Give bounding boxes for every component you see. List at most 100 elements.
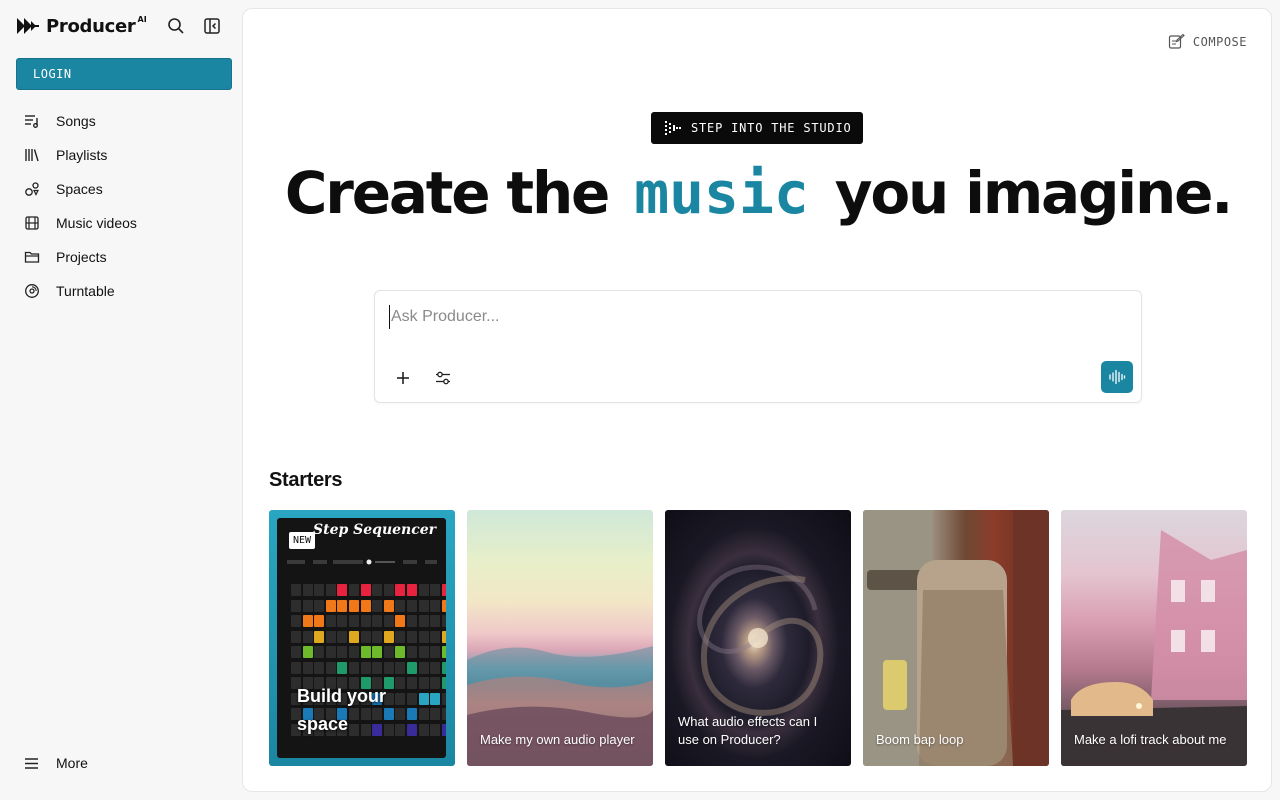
sequencer-cell	[395, 661, 406, 674]
sequencer-cell	[337, 615, 348, 627]
landscape-image	[467, 646, 653, 766]
sequencer-cell	[383, 615, 394, 627]
sequencer-cell	[360, 630, 371, 643]
more-menu-button[interactable]: More	[24, 752, 88, 774]
sequencer-cell	[430, 599, 441, 612]
songs-icon	[25, 115, 38, 128]
new-badge: NEW	[289, 532, 316, 549]
starter-card-label: Make a lofi track about me	[1074, 732, 1227, 747]
sidebar-item-label: Playlists	[56, 147, 108, 163]
sequencer-cell	[395, 615, 406, 627]
compose-icon	[1168, 33, 1185, 49]
sequencer-cell	[337, 584, 348, 596]
sequencer-cell	[430, 584, 441, 596]
sequencer-cell	[360, 584, 371, 596]
search-icon[interactable]	[165, 15, 187, 37]
sequencer-cell	[406, 630, 417, 643]
sequencer-cell	[314, 630, 325, 643]
spaces-icon	[25, 182, 39, 196]
sequencer-cell	[441, 615, 446, 627]
sequencer-cell	[418, 661, 429, 674]
sequencer-cell	[325, 661, 336, 674]
sidebar-item-projects[interactable]: Projects	[16, 240, 232, 274]
sequencer-cell	[441, 692, 446, 705]
app-root: Producer AI LOGIN Songs Playlists Spaces	[0, 0, 1280, 800]
voice-input-button[interactable]	[1101, 361, 1133, 393]
sequencer-cell	[430, 677, 441, 689]
sequencer-cell	[430, 630, 441, 643]
brand-logo[interactable]: Producer AI	[16, 14, 147, 38]
login-button[interactable]: LOGIN	[16, 58, 232, 90]
sequencer-cell	[395, 599, 406, 612]
sequencer-cell	[372, 630, 383, 643]
sequencer-cell	[314, 615, 325, 627]
sequencer-cell	[372, 646, 383, 658]
starter-card-lofi-track[interactable]: Make a lofi track about me	[1061, 510, 1247, 766]
sequencer-cell	[348, 661, 359, 674]
sequencer-cell	[383, 630, 394, 643]
sequencer-cell	[360, 615, 371, 627]
street-photo-image	[863, 510, 1049, 766]
sidebar-item-label: Turntable	[56, 283, 115, 299]
waveform-icon	[1109, 369, 1126, 385]
sequencer-cell	[302, 661, 313, 674]
sequencer-cell	[314, 599, 325, 612]
starter-card-boom-bap-loop[interactable]: Boom bap loop	[863, 510, 1049, 766]
starter-card-audio-effects[interactable]: What audio effects can I use on Producer…	[665, 510, 851, 766]
sequencer-cell	[418, 692, 429, 705]
sequencer-cell	[406, 599, 417, 612]
sequencer-cell	[302, 646, 313, 658]
sequencer-cell	[383, 646, 394, 658]
add-attachment-button[interactable]	[392, 367, 414, 389]
sequencer-title: Step Sequencer	[313, 522, 437, 538]
sequencer-cell	[383, 584, 394, 596]
sidebar-item-music-videos[interactable]: Music videos	[16, 206, 232, 240]
sequencer-cell	[325, 646, 336, 658]
sequencer-cell	[325, 599, 336, 612]
sequencer-cell	[360, 661, 371, 674]
sequencer-cell	[337, 630, 348, 643]
sidebar-item-spaces[interactable]: Spaces	[16, 172, 232, 206]
sidebar-item-label: Projects	[56, 249, 107, 265]
victorian-house-image	[1061, 530, 1247, 766]
starters-list: Step Sequencer NEW Build your space Make…	[269, 510, 1247, 766]
sequencer-cell	[302, 599, 313, 612]
collapse-sidebar-icon[interactable]	[201, 15, 223, 37]
sequencer-cell	[406, 661, 417, 674]
sequencer-cell	[406, 615, 417, 627]
sequencer-cell	[337, 599, 348, 612]
starter-card-label: Build your space	[297, 686, 386, 734]
sequencer-cell	[360, 646, 371, 658]
main-panel: COMPOSE STEP INTO THE STUDIO Create the …	[242, 8, 1272, 792]
producer-logo-icon	[17, 18, 39, 34]
settings-sliders-button[interactable]	[432, 367, 454, 389]
sequencer-cell	[348, 630, 359, 643]
sidebar-item-playlists[interactable]: Playlists	[16, 138, 232, 172]
plus-icon	[397, 372, 409, 384]
sequencer-cell	[314, 584, 325, 596]
brand-name: Producer	[46, 15, 136, 37]
sequencer-cell	[418, 723, 429, 736]
sequencer-cell	[430, 646, 441, 658]
sidebar-item-turntable[interactable]: Turntable	[16, 274, 232, 308]
sequencer-cell	[291, 661, 301, 674]
compose-button[interactable]: COMPOSE	[1168, 33, 1247, 50]
playlists-icon	[25, 149, 39, 162]
sidebar-item-label: Spaces	[56, 181, 103, 197]
sequencer-cell	[291, 615, 301, 627]
step-sequencer-preview: Step Sequencer NEW Build your space	[277, 518, 446, 758]
sequencer-cell	[337, 646, 348, 658]
sequencer-cell	[406, 677, 417, 689]
sequencer-cell	[302, 615, 313, 627]
ask-producer-input[interactable]	[389, 305, 1089, 329]
starter-card-build-your-space[interactable]: Step Sequencer NEW Build your space	[269, 510, 455, 766]
starter-card-audio-player[interactable]: Make my own audio player	[467, 510, 653, 766]
sequencer-cell	[441, 599, 446, 612]
sidebar-item-songs[interactable]: Songs	[16, 104, 232, 138]
sequencer-cell	[406, 723, 417, 736]
sequencer-cell	[383, 661, 394, 674]
sequencer-cell	[348, 584, 359, 596]
starter-card-label: Boom bap loop	[876, 732, 964, 747]
studio-badge[interactable]: STEP INTO THE STUDIO	[651, 112, 863, 144]
prompt-box	[374, 290, 1142, 403]
